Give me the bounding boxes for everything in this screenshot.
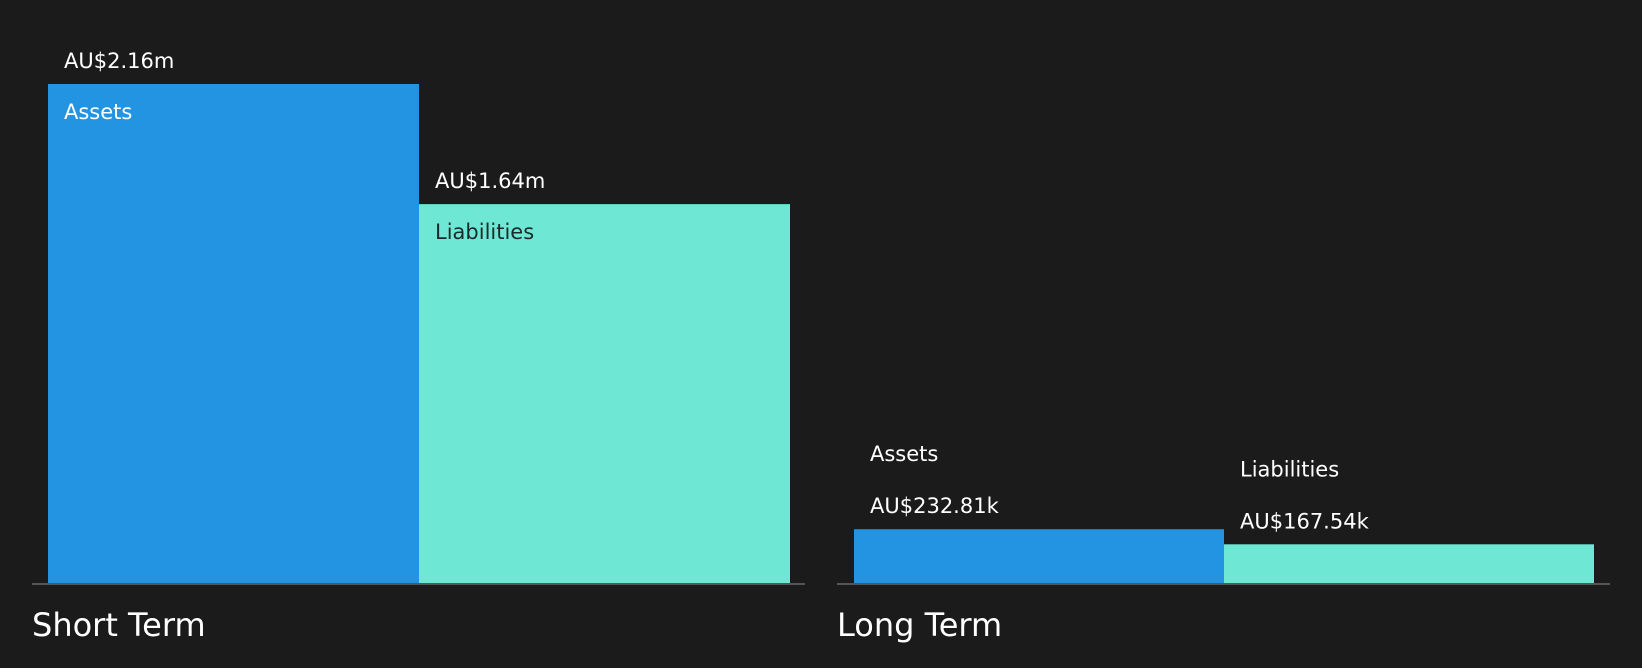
short-term-liabilities-value-label: AU$1.64m: [435, 169, 545, 193]
long-term-assets-bar: [854, 529, 1224, 583]
chart-canvas: AU$2.16m Assets AU$1.64m Liabilities Short T…: [32, 49, 1610, 644]
short-term-group-label: Short Term: [32, 606, 206, 644]
short-term-assets-bar: [48, 84, 419, 583]
short-term-liabilities-bar: [419, 204, 790, 583]
short-term-liabilities-bar-label: Liabilities: [435, 220, 534, 244]
long-term-assets-value-label: AU$232.81k: [870, 494, 1000, 518]
balance-sheet-chart: AU$2.16m Assets AU$1.64m Liabilities Short T…: [0, 0, 1642, 668]
long-term-liabilities-bar-label: Liabilities: [1240, 457, 1339, 481]
long-term-liabilities-bar: [1224, 544, 1594, 583]
long-term-liabilities-value-label: AU$167.54k: [1240, 509, 1370, 533]
long-term-assets-bar-label: Assets: [870, 442, 938, 466]
long-term-group-label: Long Term: [837, 606, 1002, 644]
short-term-assets-bar-label: Assets: [64, 100, 132, 124]
short-term-assets-value-label: AU$2.16m: [64, 49, 174, 73]
